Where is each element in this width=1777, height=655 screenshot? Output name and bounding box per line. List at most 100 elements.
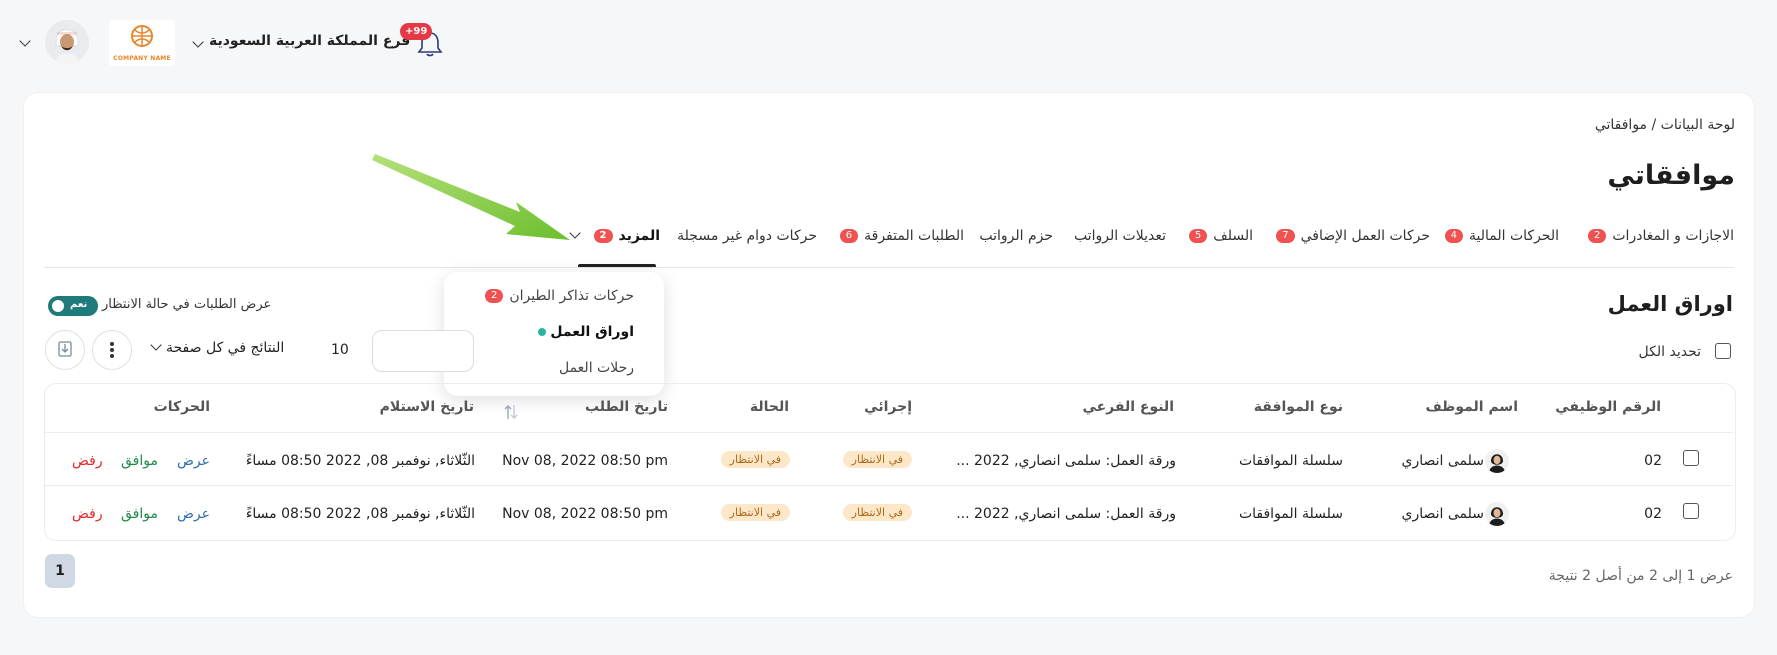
menu-item-business-trips[interactable]: رحلات العمل <box>559 360 634 376</box>
pending-toggle-label: عرض الطلبات في حالة الانتظار <box>102 297 272 312</box>
vertical-dots-icon <box>110 342 114 358</box>
section-title: اوراق العمل <box>1607 292 1733 316</box>
cell-sub-type: ورقة العمل: سلمى انصاري, 2022 ... <box>956 453 1176 469</box>
row-checkbox[interactable] <box>1683 450 1699 466</box>
procedural-badge: في الانتظار <box>842 504 912 521</box>
tab-label: الحركات المالية <box>1469 228 1559 244</box>
export-button[interactable] <box>45 330 85 370</box>
tab-badge: 2 <box>593 229 613 243</box>
cell-received-date: الثّلاثاء, نوفمبر 08, 2022 08:50 مساءً <box>245 506 475 522</box>
view-button[interactable]: عرض <box>177 506 210 522</box>
notification-badge: +99 <box>400 23 433 40</box>
menu-item-label: حركات تذاكر الطيران <box>509 288 634 304</box>
toggle-value: نعم <box>70 299 88 310</box>
company-logo: COMPANY NAME <box>109 20 175 66</box>
menu-item-label: اوراق العمل <box>550 324 634 340</box>
tab-badge: 4 <box>1444 229 1463 243</box>
tab-misc-requests[interactable]: الطلبات المتفرقة 6 <box>839 228 964 244</box>
cell-employee-name: سلمى انصاري <box>1401 453 1485 469</box>
row-divider <box>45 485 1733 486</box>
procedural-badge: في الانتظار <box>842 451 912 468</box>
more-options-button[interactable] <box>92 330 132 370</box>
active-dot-icon <box>538 328 547 336</box>
page-button[interactable]: 1 <box>45 554 75 588</box>
status-badge: في الانتظار <box>720 451 790 468</box>
tabs-divider <box>44 267 1734 268</box>
tab-label: تعديلات الرواتب <box>1073 228 1166 244</box>
tab-badge: 7 <box>1276 229 1295 243</box>
tab-financial[interactable]: الحركات المالية 4 <box>1444 228 1559 244</box>
tab-badge: 6 <box>839 229 859 243</box>
column-header-procedural[interactable]: إجرائي <box>864 399 912 415</box>
pagination-info: عرض 1 إلى 2 من أصل 2 نتيجة <box>1548 568 1733 584</box>
tab-salary-packages[interactable]: حزم الرواتب <box>979 228 1053 244</box>
row-divider <box>45 432 1733 433</box>
cell-approval-type: سلسلة الموافقات <box>1238 506 1343 522</box>
cell-employee-id: 02 <box>1644 453 1662 469</box>
cell-received-date: الثّلاثاء, نوفمبر 08, 2022 08:50 مساءً <box>245 453 475 469</box>
cell-sub-type: ورقة العمل: سلمى انصاري, 2022 ... <box>956 506 1176 522</box>
reject-button[interactable]: رفض <box>72 506 103 522</box>
per-page-value[interactable]: 10 <box>331 342 349 358</box>
tab-overtime[interactable]: حركات العمل الإضافي 7 <box>1276 228 1430 244</box>
select-all-label: تحديد الكل <box>1638 344 1701 360</box>
chevron-down-icon <box>150 339 162 351</box>
more-dropdown-menu: حركات تذاكر الطيران 2 اوراق العمل رحلات ا… <box>444 272 664 396</box>
column-header-actions: الحركات <box>153 399 210 415</box>
tab-label: الاجازات و المغادرات <box>1612 228 1734 244</box>
toggle-knob <box>52 300 64 312</box>
column-header-employee-id[interactable]: الرقم الوظيفي <box>1555 399 1661 415</box>
cell-request-date: Nov 08, 2022 08:50 pm <box>502 506 668 522</box>
menu-item-badge: 2 <box>484 289 504 303</box>
row-checkbox[interactable] <box>1683 503 1699 519</box>
tab-label: المزيد <box>618 228 661 244</box>
menu-item-label: رحلات العمل <box>558 360 634 376</box>
tab-label: حركات دوام غير مسجلة <box>677 228 817 244</box>
cell-employee-id: 02 <box>1644 506 1662 522</box>
employee-avatar <box>1485 502 1509 526</box>
column-header-approval-type[interactable]: نوع الموافقة <box>1254 399 1343 415</box>
top-bar: COMPANY NAME فرع المملكة العربية السعودي… <box>0 0 1777 88</box>
approve-button[interactable]: موافق <box>121 506 158 522</box>
sort-icon[interactable] <box>503 403 519 421</box>
reject-button[interactable]: رفض <box>72 453 103 469</box>
branch-selector[interactable]: فرع المملكة العربية السعودية <box>209 33 410 49</box>
tab-label: الطلبات المتفرقة <box>864 228 964 244</box>
page-title: موافقاتي <box>1607 160 1735 191</box>
search-input[interactable] <box>372 330 474 372</box>
menu-item-worksheets[interactable]: اوراق العمل <box>538 324 634 340</box>
tab-label: السلف <box>1213 228 1253 244</box>
cell-approval-type: سلسلة الموافقات <box>1238 453 1343 469</box>
per-page-selector[interactable]: النتائج في كل صفحة <box>150 339 285 356</box>
tab-label: حركات العمل الإضافي <box>1300 228 1430 244</box>
tab-label: حزم الرواتب <box>979 228 1053 244</box>
column-header-request-date[interactable]: تاريخ الطلب <box>585 399 668 415</box>
tab-advances[interactable]: السلف 5 <box>1188 228 1253 244</box>
tab-unregistered-attendance[interactable]: حركات دوام غير مسجلة <box>677 228 817 244</box>
branch-chevron-down-icon[interactable] <box>192 36 204 48</box>
column-header-received-date[interactable]: تاريخ الاستلام <box>380 399 474 415</box>
tab-badge: 5 <box>1188 229 1208 243</box>
view-button[interactable]: عرض <box>177 453 210 469</box>
annotation-arrow-icon <box>372 154 570 240</box>
tab-more[interactable]: المزيد 2 <box>568 227 661 244</box>
cell-request-date: Nov 08, 2022 08:50 pm <box>502 453 668 469</box>
tab-badge: 2 <box>1588 229 1607 243</box>
breadcrumb[interactable]: لوحة البيانات / موافقاتي <box>1595 117 1735 133</box>
status-badge: في الانتظار <box>720 504 790 521</box>
column-header-sub-type[interactable]: النوع الفرعي <box>1082 399 1174 415</box>
employee-avatar <box>1485 449 1509 473</box>
chevron-down-icon[interactable] <box>19 35 31 47</box>
column-header-employee-name[interactable]: اسم الموظف <box>1426 399 1519 415</box>
menu-item-flight-tickets[interactable]: حركات تذاكر الطيران 2 <box>484 288 634 304</box>
download-icon <box>58 341 72 357</box>
per-page-label: النتائج في كل صفحة <box>166 340 285 356</box>
tab-salary-adjustments[interactable]: تعديلات الرواتب <box>1074 228 1166 244</box>
cell-employee-name: سلمى انصاري <box>1401 506 1485 522</box>
approve-button[interactable]: موافق <box>121 453 158 469</box>
tab-leaves[interactable]: الاجازات و المغادرات 2 <box>1588 228 1734 244</box>
select-all-checkbox[interactable] <box>1715 343 1731 359</box>
company-logo-text: COMPANY NAME <box>113 55 171 62</box>
avatar[interactable] <box>45 20 89 64</box>
column-header-status[interactable]: الحالة <box>750 399 789 415</box>
